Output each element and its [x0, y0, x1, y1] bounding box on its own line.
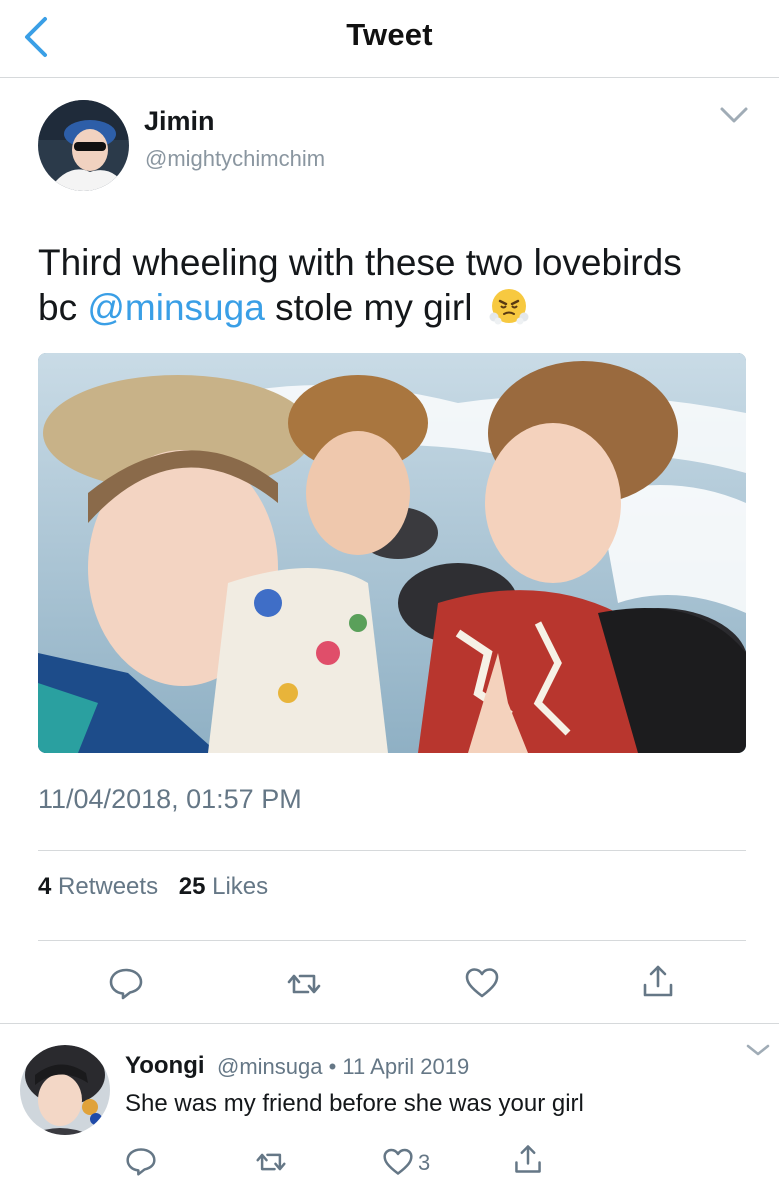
reply-meta: @minsuga • 11 April 2019 [217, 1054, 470, 1079]
retweets-label: Retweets [58, 873, 159, 900]
page-title: Tweet [346, 17, 433, 52]
reply-icon [126, 1148, 156, 1176]
tweet-photo[interactable] [38, 353, 746, 753]
tweet-text-bc: bc [38, 287, 78, 328]
section-separator [0, 1023, 779, 1024]
likes-count: 25 [178, 873, 206, 900]
share-icon [643, 965, 673, 997]
retweet-icon [287, 974, 321, 994]
reply-like-count: 3 [418, 1150, 431, 1175]
tweet-stats: 4 Retweets 25 Likes [38, 873, 282, 901]
retweet-button[interactable] [286, 966, 322, 1002]
reply-share-button[interactable] [512, 1143, 544, 1175]
tweet-text-tail: stole my girl [275, 287, 473, 328]
reply-button[interactable] [108, 965, 144, 1001]
likes-stat[interactable]: 25 Likes [179, 873, 268, 901]
author-avatar[interactable] [38, 100, 129, 191]
likes-label: Likes [212, 873, 269, 900]
reply-like-button[interactable] [382, 1146, 414, 1178]
share-icon [515, 1145, 541, 1173]
face-with-steam-emoji-icon [489, 289, 529, 325]
reply-icon [109, 968, 143, 1000]
divider [38, 940, 746, 941]
reply-reply-button[interactable] [125, 1145, 157, 1177]
tweet-text-line1: Third wheeling with these two lovebirds [38, 242, 682, 283]
share-button[interactable] [640, 963, 676, 999]
like-button[interactable] [464, 965, 500, 1001]
retweet-icon [256, 1153, 286, 1171]
reply-retweet-button[interactable] [255, 1146, 287, 1178]
author-name[interactable]: Jimin [144, 106, 215, 137]
chevron-down-icon [720, 107, 748, 123]
mention-link[interactable]: @minsuga [87, 287, 264, 328]
like-icon [383, 1148, 413, 1175]
reply-author-name[interactable]: Yoongi [125, 1052, 205, 1080]
reply-author-avatar[interactable] [20, 1045, 110, 1135]
reply-text: She was my friend before she was your gi… [125, 1090, 584, 1117]
reply-options-button[interactable] [745, 1040, 771, 1060]
author-handle[interactable]: @mightychimchim [145, 146, 325, 172]
chevron-down-icon [746, 1044, 770, 1056]
tweet-text-line2: bc @minsuga stole my girl [38, 285, 758, 330]
like-icon [465, 968, 499, 998]
tweet-timestamp: 11/04/2018, 01:57 PM [38, 784, 302, 814]
app-header: Tweet [0, 0, 779, 78]
tweet-text: Third wheeling with these two lovebirds … [38, 240, 758, 330]
divider [38, 850, 746, 851]
tweet-options-button[interactable] [718, 102, 750, 128]
retweets-count: 4 [38, 873, 52, 900]
retweets-stat[interactable]: 4 Retweets [38, 873, 158, 901]
